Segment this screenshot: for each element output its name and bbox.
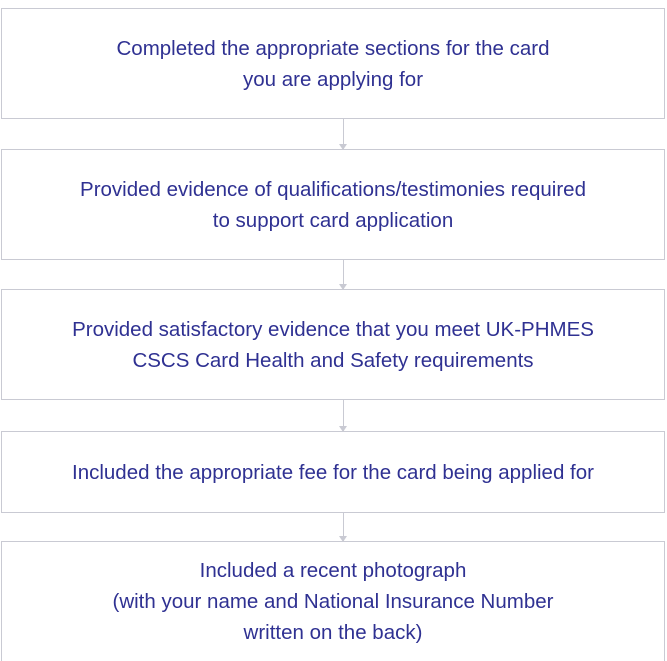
connector-arrow [339,260,347,290]
checklist-flowchart: Completed the appropriate sections for t… [0,0,667,661]
step-text: Included a recent photograph (with your … [112,559,554,644]
step-text: Provided satisfactory evidence that you … [72,317,594,372]
step-text: Completed the appropriate sections for t… [116,36,550,91]
step-box-health-safety-evidence: Provided satisfactory evidence that you … [1,289,665,400]
connector-arrow [339,119,347,150]
connector-arrow [339,400,347,432]
step-box-completed-sections: Completed the appropriate sections for t… [1,8,665,119]
step-box-fee: Included the appropriate fee for the car… [1,431,665,513]
step-text: Provided evidence of qualifications/test… [80,177,586,232]
step-text: Included the appropriate fee for the car… [72,460,594,484]
connector-arrow [339,513,347,542]
step-box-evidence-qualifications: Provided evidence of qualifications/test… [1,149,665,260]
step-box-photograph: Included a recent photograph (with your … [1,541,665,661]
